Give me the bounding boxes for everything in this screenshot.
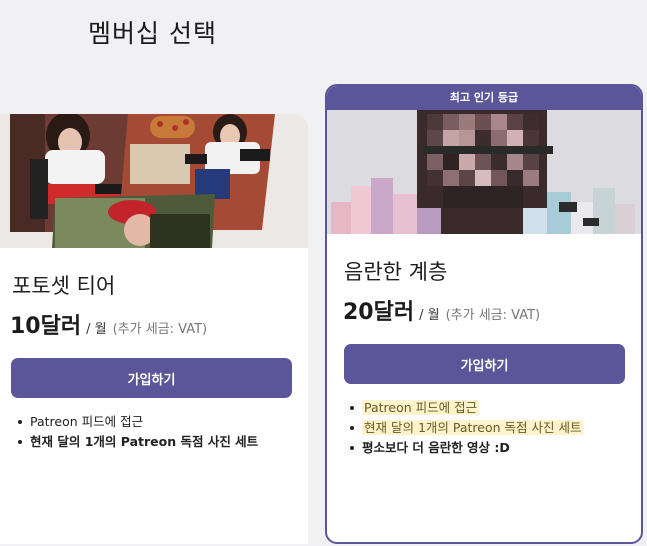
join-button-photoset[interactable]: 가입하기 (11, 358, 292, 398)
tier-card-photoset: 포토셋 티어 10달러 / 월 (추가 세금: VAT) 가입하기 Patreo… (0, 114, 308, 544)
popular-badge: 최고 인기 등급 (327, 86, 641, 110)
price-period: / 월 (419, 308, 440, 323)
tier-image-lewd (327, 110, 641, 234)
benefit-item: 평소보다 더 음란한 영상 :D (350, 438, 641, 458)
tier-card-lewd: 최고 인기 등급 음란한 계층 20달러 / 월 (추가 세금: VAT) 가입… (325, 84, 643, 544)
vat-note: (추가 세금: VAT) (445, 308, 541, 323)
benefit-item: Patreon 피드에 접근 (18, 412, 308, 432)
tier-photo-pixelated (327, 110, 641, 234)
page-title: 멤버십 선택 (88, 19, 217, 48)
vat-note: (추가 세금: VAT) (112, 322, 208, 337)
tier-image-photoset (0, 114, 308, 248)
benefit-item: 현재 달의 1개의 Patreon 독점 사진 세트 (18, 432, 308, 452)
tier-price: 10달러 (10, 314, 82, 339)
benefit-highlight: 현재 달의 1개의 Patreon 독점 사진 세트 (362, 420, 584, 435)
benefit-item: Patreon 피드에 접근 (350, 398, 641, 418)
benefit-item: 현재 달의 1개의 Patreon 독점 사진 세트 (350, 418, 641, 438)
benefit-list: Patreon 피드에 접근 현재 달의 1개의 Patreon 독점 사진 세… (327, 398, 641, 458)
benefit-highlight: Patreon 피드에 접근 (362, 400, 480, 415)
tier-price: 20달러 (343, 300, 415, 325)
benefit-list: Patreon 피드에 접근 현재 달의 1개의 Patreon 독점 사진 세… (0, 412, 308, 452)
price-row: 20달러 / 월 (추가 세금: VAT) (343, 294, 641, 326)
tier-name: 음란한 계층 (344, 260, 448, 284)
tier-name: 포토셋 티어 (12, 274, 116, 298)
price-row: 10달러 / 월 (추가 세금: VAT) (10, 308, 308, 340)
join-button-lewd[interactable]: 가입하기 (344, 344, 625, 384)
price-period: / 월 (86, 322, 107, 337)
tier-photo-collage (0, 114, 308, 248)
